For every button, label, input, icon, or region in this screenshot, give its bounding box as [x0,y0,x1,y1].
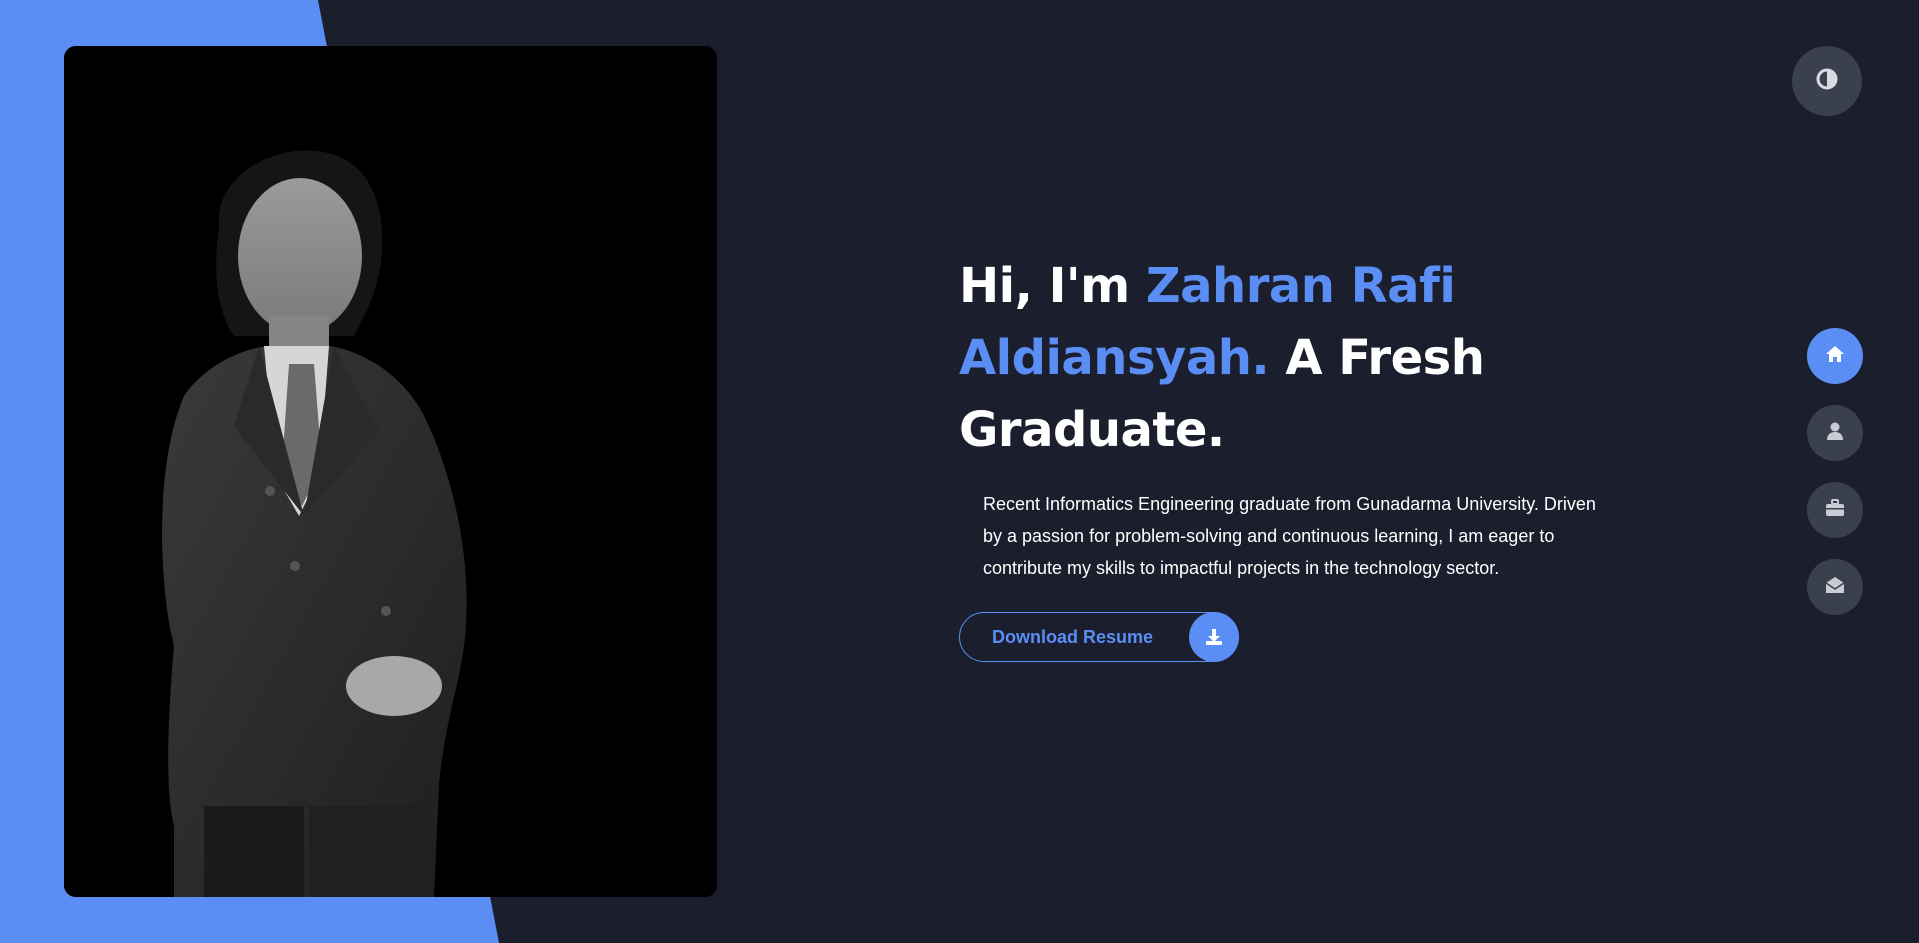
envelope-open-icon [1824,574,1846,600]
hero-section: Hi, I'm Zahran Rafi Aldiansyah. A Fresh … [959,250,1659,662]
user-icon [1824,420,1846,446]
download-resume-button[interactable]: Download Resume [959,612,1239,662]
hero-heading: Hi, I'm Zahran Rafi Aldiansyah. A Fresh … [959,250,1519,466]
hero-description: Recent Informatics Engineering graduate … [983,494,1596,578]
briefcase-icon [1824,497,1846,523]
home-icon [1824,343,1846,369]
half-circle-contrast-icon [1815,67,1839,95]
nav-portfolio-button[interactable] [1807,482,1863,538]
download-icon [1189,612,1239,662]
nav-home-button[interactable] [1807,328,1863,384]
side-navigation [1807,328,1863,636]
page: Hi, I'm Zahran Rafi Aldiansyah. A Fresh … [0,0,1919,943]
nav-about-button[interactable] [1807,405,1863,461]
theme-toggle-button[interactable] [1792,46,1862,116]
hero-greeting: Hi, I'm [959,258,1146,314]
profile-photo [64,46,717,897]
download-resume-label: Download Resume [992,626,1154,647]
nav-contact-button[interactable] [1807,559,1863,615]
